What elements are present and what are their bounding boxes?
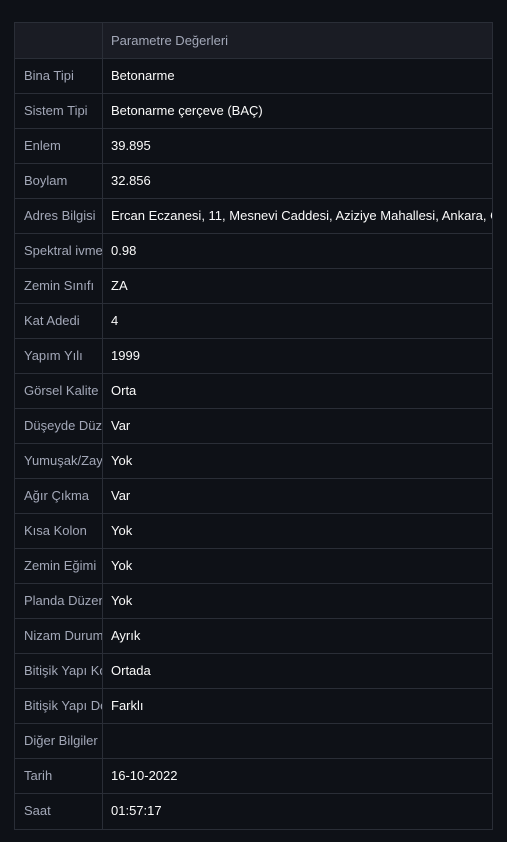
row-label-cell: Sistem Tipi <box>15 94 103 128</box>
row-value-cell[interactable]: 39.895 <box>103 129 492 163</box>
table-row[interactable]: Adres Bilgisi Ercan Eczanesi, 11, Mesnevi… <box>15 199 492 234</box>
row-value-cell[interactable]: 1999 <box>103 339 492 373</box>
table-body: Bina Tipi Betonarme Sistem Tipi Betonarme ç… <box>15 59 492 829</box>
table-row[interactable]: Düşeyde Düze Var <box>15 409 492 444</box>
row-value-cell[interactable]: Var <box>103 479 492 513</box>
row-label-cell: Adres Bilgisi <box>15 199 103 233</box>
table-row[interactable]: Kısa Kolon Yok <box>15 514 492 549</box>
row-value-cell[interactable]: 32.856 <box>103 164 492 198</box>
row-label-cell: Boylam <box>15 164 103 198</box>
row-value-cell[interactable]: Betonarme <box>103 59 492 93</box>
table-header-row: Parametre Değerleri <box>15 23 492 59</box>
row-value-cell[interactable]: Ortada <box>103 654 492 688</box>
row-value-cell[interactable]: Yok <box>103 514 492 548</box>
row-value-cell[interactable]: Ercan Eczanesi, 11, Mesnevi Caddesi, Azi… <box>103 199 492 233</box>
parameters-table: Parametre Değerleri Bina Tipi Betonarme Si… <box>14 22 493 830</box>
row-value-cell[interactable] <box>103 724 492 758</box>
table-row[interactable]: Enlem 39.895 <box>15 129 492 164</box>
table-row[interactable]: Görsel Kalite Orta <box>15 374 492 409</box>
table-row[interactable]: Tarih 16-10-2022 <box>15 759 492 794</box>
table-row[interactable]: Kat Adedi 4 <box>15 304 492 339</box>
table-row[interactable]: Saat 01:57:17 <box>15 794 492 829</box>
row-value-cell[interactable]: 01:57:17 <box>103 794 492 829</box>
row-label-cell: Yumuşak/Zay <box>15 444 103 478</box>
row-value-cell[interactable]: Ayrık <box>103 619 492 653</box>
row-value-cell[interactable]: Farklı <box>103 689 492 723</box>
row-value-cell[interactable]: 4 <box>103 304 492 338</box>
row-value-cell[interactable]: 0.98 <box>103 234 492 268</box>
table-row[interactable]: Zemin Eğimi Yok <box>15 549 492 584</box>
table-row[interactable]: Spektral ivme 0.98 <box>15 234 492 269</box>
table-row[interactable]: Zemin Sınıfı ZA <box>15 269 492 304</box>
row-label-cell: Görsel Kalite <box>15 374 103 408</box>
table-row[interactable]: Yumuşak/Zay Yok <box>15 444 492 479</box>
table-row[interactable]: Bina Tipi Betonarme <box>15 59 492 94</box>
row-value-cell[interactable]: Yok <box>103 584 492 618</box>
table-row[interactable]: Nizam Durum Ayrık <box>15 619 492 654</box>
table-row[interactable]: Bitişik Yapı Ko Ortada <box>15 654 492 689</box>
row-value-cell[interactable]: Yok <box>103 549 492 583</box>
row-value-cell[interactable]: Yok <box>103 444 492 478</box>
row-label-cell: Kısa Kolon <box>15 514 103 548</box>
row-label-cell: Bina Tipi <box>15 59 103 93</box>
row-label-cell: Zemin Sınıfı <box>15 269 103 303</box>
row-label-cell: Saat <box>15 794 103 829</box>
row-label-cell: Bitişik Yapı Ko <box>15 654 103 688</box>
row-label-cell: Düşeyde Düze <box>15 409 103 443</box>
table-row[interactable]: Ağır Çıkma Var <box>15 479 492 514</box>
index-header-cell <box>15 23 103 58</box>
row-label-cell: Tarih <box>15 759 103 793</box>
row-label-cell: Ağır Çıkma <box>15 479 103 513</box>
row-value-cell[interactable]: Orta <box>103 374 492 408</box>
table-row[interactable]: Boylam 32.856 <box>15 164 492 199</box>
row-label-cell: Planda Düzen <box>15 584 103 618</box>
table-row[interactable]: Sistem Tipi Betonarme çerçeve (BAÇ) <box>15 94 492 129</box>
row-value-cell[interactable]: 16-10-2022 <box>103 759 492 793</box>
row-label-cell: Spektral ivme <box>15 234 103 268</box>
column-header-cell[interactable]: Parametre Değerleri <box>103 23 492 58</box>
row-label-cell: Kat Adedi <box>15 304 103 338</box>
table-row[interactable]: Diğer Bilgiler <box>15 724 492 759</box>
row-value-cell[interactable]: ZA <box>103 269 492 303</box>
table-row[interactable]: Yapım Yılı 1999 <box>15 339 492 374</box>
row-label-cell: Bitişik Yapı Dö <box>15 689 103 723</box>
row-label-cell: Nizam Durum <box>15 619 103 653</box>
row-label-cell: Enlem <box>15 129 103 163</box>
row-label-cell: Diğer Bilgiler <box>15 724 103 758</box>
table-row[interactable]: Bitişik Yapı Dö Farklı <box>15 689 492 724</box>
row-value-cell[interactable]: Var <box>103 409 492 443</box>
row-label-cell: Yapım Yılı <box>15 339 103 373</box>
row-label-cell: Zemin Eğimi <box>15 549 103 583</box>
row-value-cell[interactable]: Betonarme çerçeve (BAÇ) <box>103 94 492 128</box>
table-row[interactable]: Planda Düzen Yok <box>15 584 492 619</box>
